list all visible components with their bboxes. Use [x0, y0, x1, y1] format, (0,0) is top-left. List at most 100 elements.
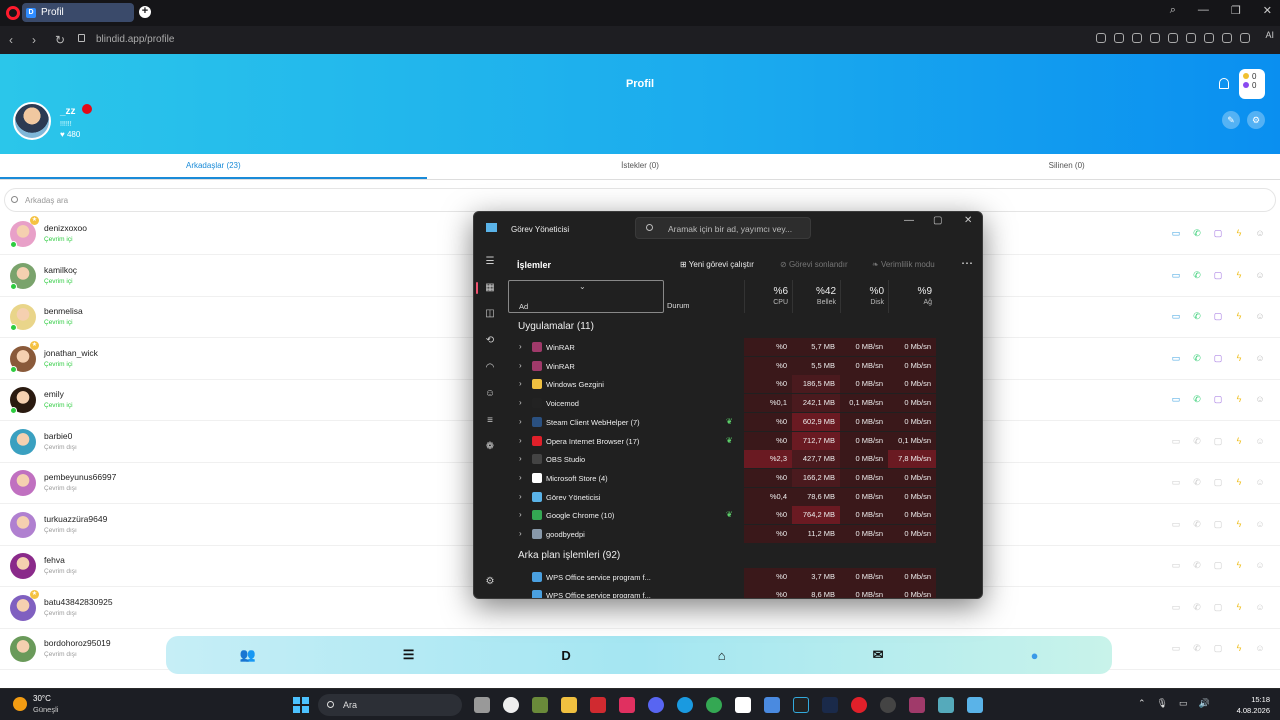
more-options-icon[interactable]: ⋯ — [961, 256, 973, 270]
boost-icon[interactable]: ϟ — [1234, 228, 1244, 238]
url-field[interactable]: blindid.app/profile — [96, 34, 174, 45]
boost-icon[interactable]: ϟ — [1234, 311, 1244, 321]
chat-icon[interactable]: ▢ — [1213, 560, 1223, 570]
details-icon[interactable]: ≡ — [484, 415, 496, 427]
chat-icon[interactable]: ▢ — [1213, 602, 1223, 612]
edge-icon[interactable] — [677, 697, 693, 713]
mail-icon[interactable] — [764, 697, 780, 713]
minecraft-icon[interactable] — [532, 697, 548, 713]
clock[interactable]: 15:18 4.08.2026 — [1237, 694, 1270, 716]
phone-icon[interactable]: ✆ — [1192, 436, 1202, 446]
tray-chevron-icon[interactable]: ⌃ — [1138, 698, 1146, 709]
friend-avatar[interactable] — [10, 636, 36, 662]
hamburger-icon[interactable]: ☰ — [484, 256, 496, 268]
phone-icon[interactable]: ✆ — [1192, 311, 1202, 321]
boost-icon[interactable]: ϟ — [1234, 436, 1244, 446]
expand-chevron-icon[interactable]: › — [519, 436, 522, 445]
video-call-icon[interactable]: ▭ — [1171, 643, 1181, 653]
process-row[interactable]: WPS Office service program f... %0 8,6 MB 0… — [508, 586, 982, 598]
friend-search-input[interactable]: Arkadaş ara — [4, 188, 1276, 212]
performance-icon[interactable]: ◫ — [484, 308, 496, 320]
video-call-icon[interactable]: ▭ — [1171, 560, 1181, 570]
process-row[interactable]: › Steam Client WebHelper (7) ❦ %0 602,9 MB 0 … — [508, 412, 982, 431]
chat-icon[interactable]: ▢ — [1213, 353, 1223, 363]
process-row[interactable]: › WinRAR %0 5,5 MB 0 MB/sn 0 Mb/sn — [508, 356, 982, 375]
chat-icon[interactable]: ▢ — [1213, 394, 1223, 404]
remove-friend-icon[interactable]: ☺ — [1255, 311, 1265, 321]
edit-profile-button[interactable]: ✎ — [1222, 111, 1240, 129]
process-row[interactable]: WPS Office service program f... %0 3,7 MB 0… — [508, 567, 982, 586]
lens-icon[interactable] — [1096, 33, 1106, 43]
chat-icon[interactable] — [503, 697, 519, 713]
expand-chevron-icon[interactable]: › — [519, 361, 522, 370]
friend-avatar[interactable] — [10, 428, 36, 455]
expand-chevron-icon[interactable]: › — [519, 473, 522, 482]
remove-friend-icon[interactable]: ☺ — [1255, 643, 1265, 653]
app-history-icon[interactable]: ⟲ — [484, 335, 496, 347]
chat-icon[interactable]: ▢ — [1213, 436, 1223, 446]
process-row[interactable]: › Microsoft Store (4) %0 166,2 MB 0 MB/sn 0 M… — [508, 468, 982, 487]
video-call-icon[interactable]: ▭ — [1171, 228, 1181, 238]
cpu-column-header[interactable]: %6 CPU — [744, 280, 792, 313]
chat-icon[interactable]: ▢ — [1213, 311, 1223, 321]
process-row[interactable]: › Opera Internet Browser (17) ❦ %0 712,7 MB 0… — [508, 431, 982, 450]
boost-icon[interactable]: ϟ — [1234, 353, 1244, 363]
phone-icon[interactable]: ✆ — [1192, 643, 1202, 653]
opera-logo-icon[interactable] — [6, 6, 20, 20]
process-row[interactable]: › Windows Gezgini %0 186,5 MB 0 MB/sn 0 Mb/sn — [508, 375, 982, 394]
disk-column-header[interactable]: %0 Disk — [840, 280, 888, 313]
expand-chevron-icon[interactable]: › — [519, 529, 522, 538]
remove-friend-icon[interactable]: ☺ — [1255, 270, 1265, 280]
video-call-icon[interactable]: ▭ — [1171, 394, 1181, 404]
home-nav-icon[interactable]: ⌂ — [718, 648, 726, 663]
chat-icon[interactable]: ▢ — [1213, 270, 1223, 280]
video-call-icon[interactable]: ▭ — [1171, 270, 1181, 280]
process-row[interactable]: › goodbyedpi %0 11,2 MB 0 MB/sn 0 Mb/sn — [508, 525, 982, 543]
ai-button[interactable]: AI — [1265, 30, 1274, 40]
services-icon[interactable]: ❁ — [484, 441, 496, 453]
edit-icon[interactable] — [1114, 33, 1124, 43]
sun-icon[interactable] — [13, 697, 27, 711]
steam-icon[interactable] — [822, 697, 838, 713]
chat-icon[interactable]: ▢ — [1213, 477, 1223, 487]
remove-friend-icon[interactable]: ☺ — [1255, 477, 1265, 487]
boost-icon[interactable]: ϟ — [1234, 560, 1244, 570]
process-row[interactable]: › Görev Yöneticisi %0,4 78,6 MB 0 MB/sn 0 Mb/… — [508, 487, 982, 506]
close-button[interactable]: ✕ — [1263, 4, 1272, 17]
boost-icon[interactable]: ϟ — [1234, 270, 1244, 280]
remove-friend-icon[interactable]: ☺ — [1255, 228, 1265, 238]
tab-friends[interactable]: Arkadaşlar (23) — [0, 154, 427, 179]
remove-friend-icon[interactable]: ☺ — [1255, 394, 1265, 404]
user-avatar[interactable] — [13, 102, 51, 140]
close-button[interactable]: ✕ — [964, 215, 972, 226]
task-view-icon[interactable] — [474, 697, 490, 713]
task-manager-taskbar-icon[interactable] — [967, 697, 983, 713]
video-call-icon[interactable]: ▭ — [1171, 519, 1181, 529]
start-button[interactable] — [293, 697, 309, 713]
video-call-icon[interactable]: ▭ — [1171, 353, 1181, 363]
obs-icon[interactable] — [880, 697, 896, 713]
users-icon[interactable]: ☺ — [484, 388, 496, 400]
process-row[interactable]: › OBS Studio %2,3 427,7 MB 0 MB/sn 7,8 Mb/sn — [508, 450, 982, 469]
goodbyedpi-icon[interactable] — [938, 697, 954, 713]
minimize-button[interactable]: — — [904, 215, 914, 226]
download-icon[interactable] — [1204, 33, 1214, 43]
notion-icon[interactable] — [735, 697, 751, 713]
chrome-icon[interactable] — [706, 697, 722, 713]
mail-nav-icon[interactable]: ✉ — [873, 647, 884, 663]
efficiency-mode-button[interactable]: ❧ Verimlilik modu — [872, 260, 935, 269]
task-manager-search-input[interactable]: Aramak için bir ad, yayımcı vey... — [635, 217, 811, 239]
video-call-icon[interactable]: ▭ — [1171, 311, 1181, 321]
process-row[interactable]: › Voicemod %0,1 242,1 MB 0,1 MB/sn 0 Mb/sn — [508, 394, 982, 413]
expand-chevron-icon[interactable]: › — [519, 398, 522, 407]
taskbar-search[interactable]: Ara — [318, 694, 462, 716]
chat-icon[interactable]: ▢ — [1213, 643, 1223, 653]
opera-icon[interactable] — [851, 697, 867, 713]
boost-icon[interactable]: ϟ — [1234, 477, 1244, 487]
boost-icon[interactable]: ϟ — [1234, 643, 1244, 653]
tab-requests[interactable]: İstekler (0) — [427, 154, 854, 179]
remove-friend-icon[interactable]: ☺ — [1255, 519, 1265, 529]
minimize-button[interactable]: — — [1198, 4, 1209, 17]
process-row[interactable]: › WinRAR %0 5,7 MB 0 MB/sn 0 Mb/sn — [508, 338, 982, 356]
chat-icon[interactable]: ▢ — [1213, 228, 1223, 238]
